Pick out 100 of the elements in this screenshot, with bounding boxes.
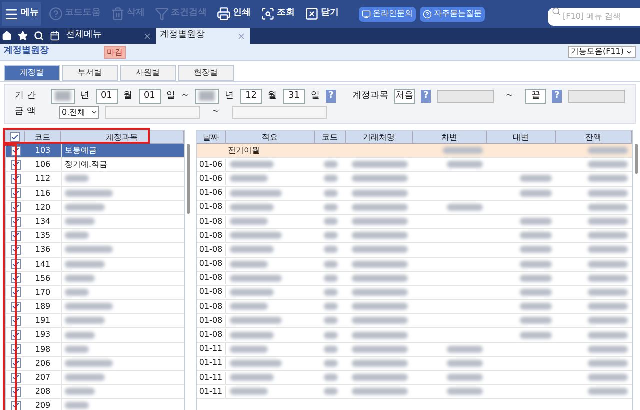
scrollbar[interactable] [187, 144, 190, 214]
input-field[interactable]: 01 [96, 88, 118, 104]
column-header[interactable]: 날짜 [197, 131, 226, 143]
blurred-amount [588, 190, 628, 197]
account-row[interactable]: 103 보통예금 [6, 144, 184, 158]
column-header[interactable]: 거래처명 [346, 131, 413, 143]
account-row[interactable]: 170 [6, 286, 184, 300]
toolbar-button[interactable]: 인쇄 [215, 2, 253, 26]
blurred-code [324, 288, 338, 296]
year-field[interactable] [50, 88, 75, 104]
blurred-amount [520, 260, 552, 268]
column-header[interactable]: 차변 [413, 131, 487, 143]
caret-icon [626, 48, 633, 56]
blurred-account-name [65, 175, 89, 182]
input-field[interactable]: 31 [283, 88, 306, 104]
input-field[interactable]: 01 [138, 88, 161, 104]
account-row[interactable]: 206 [6, 356, 184, 371]
blurred-code [324, 332, 338, 339]
account-row[interactable]: 116 [6, 186, 184, 201]
account-row[interactable]: 120 [6, 200, 184, 215]
blurred-account-name [65, 303, 113, 310]
input-field[interactable]: 끝 [525, 88, 546, 104]
code-cell-text: 198 [34, 344, 52, 356]
date-cell: 01-08 [197, 201, 226, 214]
search-field[interactable]: [F10] 메뉴 검색 [548, 8, 640, 26]
blurred-account-name [65, 246, 113, 254]
calendar-icon [50, 31, 60, 41]
date-cell: 01-06 [197, 158, 226, 171]
account-row[interactable]: 135 [6, 229, 184, 244]
account-row[interactable]: 191 [6, 314, 184, 328]
toolbar-button[interactable]: 조회 [259, 2, 297, 26]
account-name-cell: 보통예금 [65, 144, 97, 157]
column-header[interactable]: 코드 [315, 131, 346, 143]
date-cell: 01-11 [197, 343, 226, 356]
blurred-code [324, 374, 338, 382]
checkbox[interactable] [10, 132, 20, 142]
view-tab[interactable]: 현장별 [178, 65, 234, 81]
help-link-button[interactable]: 온라인문의 [359, 6, 416, 22]
blurred-amount [520, 332, 552, 339]
account-row[interactable]: 208 [6, 385, 184, 400]
blurred-amount [588, 374, 628, 382]
account-row[interactable]: 134 [6, 214, 184, 230]
column-header[interactable]: 적요 [226, 131, 315, 143]
search-icon [261, 7, 275, 21]
functions-dropdown[interactable]: 기능모음(F11) [568, 46, 636, 58]
blurred-amount [520, 317, 552, 324]
year-field[interactable] [195, 88, 220, 104]
input-field[interactable]: 처음 [394, 88, 416, 104]
blurred-partner [352, 232, 408, 240]
blurred-amount [520, 274, 552, 282]
blurred-code [324, 161, 338, 168]
account-row[interactable]: 106 정기예.적금 [6, 158, 184, 172]
account-row[interactable]: 141 [6, 258, 184, 272]
code-cell-text: 141 [34, 258, 52, 270]
blurred-code [324, 204, 338, 211]
scrollbar[interactable] [635, 144, 638, 174]
blurred-amount [588, 260, 628, 268]
amount-field[interactable] [232, 106, 327, 119]
blurred-amount [447, 388, 483, 396]
code-cell-text: 116 [34, 188, 52, 200]
blurred-code [324, 303, 338, 310]
input-field[interactable]: 12 [240, 88, 262, 104]
blurred-partner [352, 360, 408, 367]
document-tab[interactable]: 계정별원장 [156, 28, 250, 44]
account-row[interactable]: 189 [6, 300, 184, 314]
account-row[interactable]: 156 [6, 272, 184, 286]
amount-select[interactable]: 0.전체 [59, 106, 99, 119]
account-row[interactable]: 112 [6, 172, 184, 187]
view-tab[interactable]: 부서별 [62, 65, 118, 81]
view-tab[interactable]: 사원별 [120, 65, 176, 81]
account-row[interactable]: 198 [6, 342, 184, 357]
account-row[interactable]: 136 [6, 243, 184, 258]
account-row[interactable]: 193 [6, 328, 184, 343]
blurred-amount [588, 303, 628, 310]
account-name-field[interactable] [437, 90, 494, 103]
code-cell-text: 112 [34, 173, 52, 186]
column-header[interactable]: 계정과목 [61, 131, 184, 143]
date-cell: 01-11 [197, 386, 226, 398]
blurred-amount [520, 175, 552, 182]
code-cell-text: 208 [34, 386, 52, 398]
toolbar-button[interactable]: 메뉴 [2, 2, 41, 26]
document-tab[interactable]: 전체메뉴 [62, 28, 156, 44]
column-header[interactable]: 대변 [487, 131, 556, 143]
printer-icon [217, 7, 231, 21]
blurred-code [324, 317, 338, 324]
account-row[interactable]: 209 [6, 399, 184, 410]
blurred-amount [520, 246, 552, 254]
column-header[interactable]: 잔액 [556, 131, 632, 143]
blurred-account-name [65, 190, 113, 197]
blurred-partner [352, 218, 408, 226]
account-name-field[interactable] [568, 90, 626, 103]
blurred-partner [352, 346, 408, 353]
view-tab[interactable]: 계정별 [4, 65, 60, 81]
toolbar-button[interactable]: 닫기 [303, 2, 341, 26]
status-badge: 마감 [104, 46, 126, 58]
column-header[interactable]: 코드 [25, 131, 61, 143]
amount-field[interactable] [105, 106, 200, 119]
account-row[interactable]: 207 [6, 371, 184, 386]
help-icon [49, 7, 63, 21]
help-link-button[interactable]: 자주묻는질문 [420, 6, 485, 22]
